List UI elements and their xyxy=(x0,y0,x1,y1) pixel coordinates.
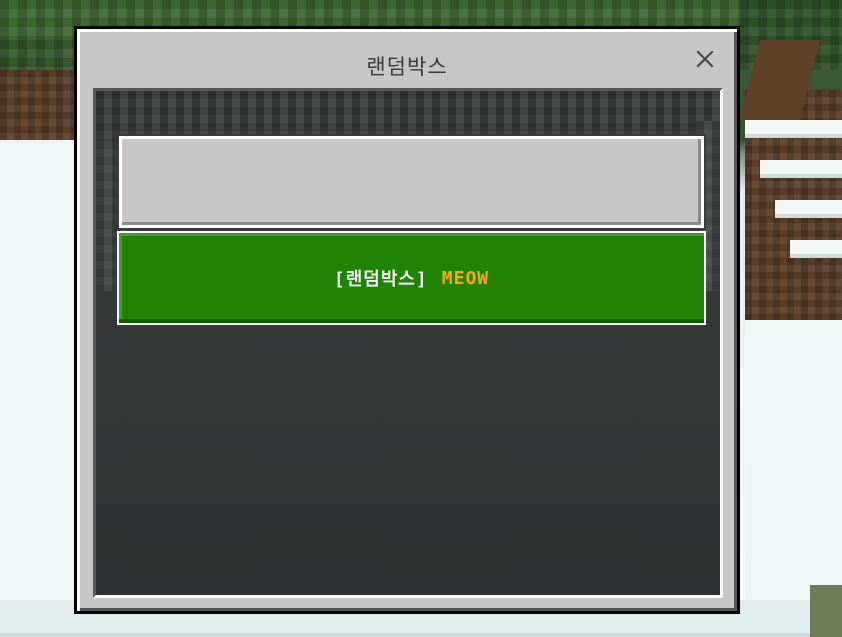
dialog-title: 랜덤박스 xyxy=(366,55,448,79)
disabled-option-button[interactable] xyxy=(119,136,704,228)
snow-step xyxy=(775,200,842,218)
close-icon xyxy=(696,50,714,68)
grass-patch xyxy=(810,585,842,637)
options-panel: [랜덤박스] MEOW xyxy=(93,88,723,598)
snow-step xyxy=(760,160,842,178)
panel-texture xyxy=(96,91,720,141)
close-button[interactable] xyxy=(693,47,717,71)
snow-step xyxy=(745,120,842,138)
randombox-name-label: MEOW xyxy=(441,267,490,289)
dirt-blocks-left xyxy=(0,70,80,150)
snow-step xyxy=(790,240,842,258)
snow-ground-left xyxy=(0,140,80,637)
randombox-dialog: 랜덤박스 [랜덤박스] MEOW xyxy=(74,26,740,614)
randombox-meow-button[interactable]: [랜덤박스] MEOW xyxy=(117,231,706,325)
randombox-tag-label: [랜덤박스] xyxy=(333,269,428,290)
